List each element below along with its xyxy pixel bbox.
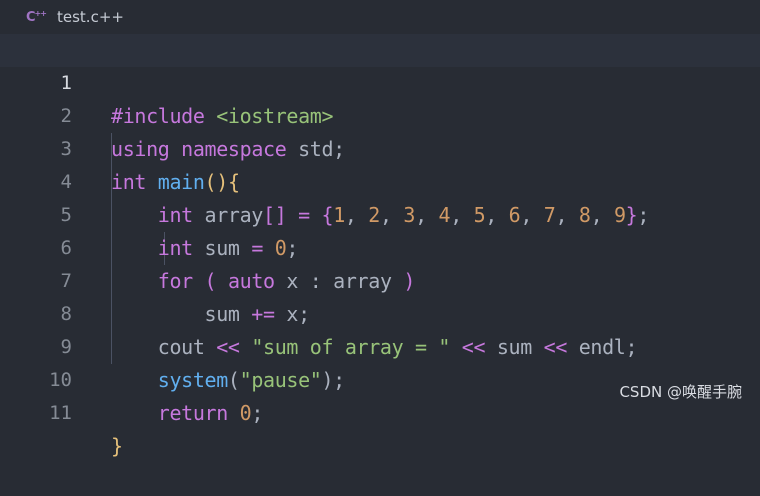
line-number: 11 bbox=[49, 402, 72, 424]
tab-title: test.c++ bbox=[57, 8, 124, 26]
code-line[interactable]: 10 return 0; bbox=[0, 331, 760, 425]
code-line[interactable]: 1 #include <iostream> bbox=[0, 34, 760, 128]
code-line[interactable]: 7 sum += x; bbox=[0, 232, 760, 326]
code-line[interactable]: 3 int main(){ bbox=[0, 100, 760, 194]
editor-tab[interactable]: C++ test.c++ bbox=[0, 0, 760, 34]
code-line[interactable]: 2 using namespace std; bbox=[0, 67, 760, 161]
code-line[interactable]: 9 system("pause"); bbox=[0, 298, 760, 392]
watermark: CSDN @唤醒手腕 bbox=[619, 383, 742, 401]
cpp-file-icon: C++ bbox=[26, 9, 47, 25]
code-line[interactable]: 4 int array[] = {1, 2, 3, 4, 5, 6, 7, 8,… bbox=[0, 133, 760, 227]
code-line[interactable]: 5 int sum = 0; bbox=[0, 166, 760, 260]
code-lines[interactable]: 1 #include <iostream> 2 using namespace … bbox=[0, 34, 760, 458]
code-editor[interactable]: C++ test.c++ 1 #include <iostream> 2 usi… bbox=[0, 0, 760, 458]
code-text[interactable]: } bbox=[111, 430, 123, 463]
code-line[interactable]: 6 for ( auto x : array ) bbox=[0, 199, 760, 293]
code-text[interactable]: return 0; bbox=[111, 397, 264, 430]
code-line[interactable]: 8 cout << "sum of array = " << sum << en… bbox=[0, 265, 760, 359]
